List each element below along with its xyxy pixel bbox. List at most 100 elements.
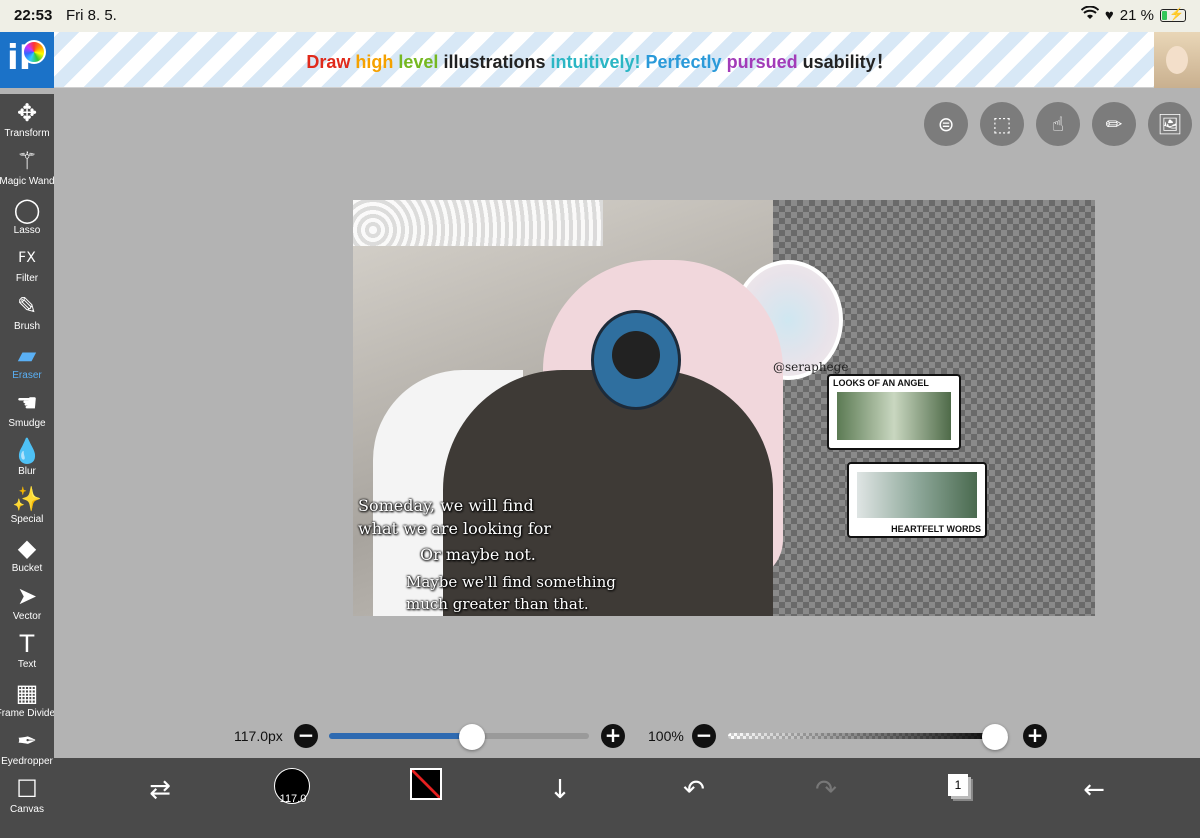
tool-sidebar: ✥ Transform ⚚ Magic Wand ◯ Lasso FX Filter ✎ Brus…: [0, 94, 58, 838]
tool-label: Smudge: [8, 417, 46, 429]
lace-decoration: [353, 200, 603, 246]
opacity-slider[interactable]: 100% − +: [648, 714, 1048, 758]
ad-word: illustrations: [443, 52, 546, 72]
status-icons: ♥ 21 % ⚡: [1080, 5, 1186, 24]
magic-wand-icon: ⚚: [16, 147, 38, 176]
tool-label: Eraser: [12, 369, 42, 381]
ad-word: level: [398, 52, 439, 72]
ad-word: Perfectly: [645, 52, 722, 72]
brush-size-value: 117.0: [279, 793, 307, 805]
tool-label: Transform: [4, 128, 50, 139]
brush-size-minus-button[interactable]: −: [294, 724, 318, 748]
tool-eyedropper[interactable]: ✒ Eyedropper: [0, 726, 54, 774]
ad-word: Draw: [306, 52, 351, 72]
card-heartfelt-words: HEARTFELT WORDS: [847, 462, 987, 538]
back-arrow-icon[interactable]: ←: [1074, 770, 1114, 810]
redo-icon[interactable]: ↷: [806, 770, 846, 810]
opacity-label: 100%: [648, 728, 684, 744]
brush-size-preview[interactable]: 117.0: [274, 768, 310, 805]
quote-line: Or maybe not.: [420, 545, 536, 564]
quote-line: much greater than that.: [406, 595, 589, 613]
tool-magic-wand[interactable]: ⚚ Magic Wand: [0, 146, 55, 194]
artist-handle: @seraphege: [773, 360, 849, 374]
card-image: [837, 392, 951, 440]
canvas-area[interactable]: ⊜ ⬚ ☝ ✏ 🖼 @seraphege LOOKS OF AN ANGEL HEART…: [54, 94, 1200, 758]
text-t-icon: T: [19, 630, 35, 659]
ruler-icon[interactable]: ✏: [1092, 102, 1136, 146]
date: Fri 8. 5.: [66, 7, 117, 24]
tool-label: Bucket: [11, 562, 43, 574]
brush-size-slider[interactable]: 117.0px − +: [234, 714, 629, 758]
opacity-plus-button[interactable]: +: [1023, 724, 1047, 748]
wifi-icon: [1080, 5, 1100, 24]
image-icon[interactable]: 🖼: [1148, 102, 1192, 146]
tool-special[interactable]: ✨ Special: [0, 484, 54, 532]
selection-icon[interactable]: ⬚: [980, 102, 1024, 146]
opacity-minus-button[interactable]: −: [692, 724, 716, 748]
tool-brush[interactable]: ✎ Brush: [0, 291, 54, 339]
tool-bucket[interactable]: ◆ Bucket: [0, 533, 54, 581]
tool-lasso[interactable]: ◯ Lasso: [0, 195, 54, 243]
artwork-canvas[interactable]: @seraphege LOOKS OF AN ANGEL HEARTFELT W…: [353, 200, 1095, 616]
tool-transform[interactable]: ✥ Transform: [0, 98, 54, 146]
opacity-track[interactable]: [728, 733, 1008, 739]
card-image: [857, 472, 977, 518]
cursor-arrow-icon: ➤: [16, 582, 38, 610]
layers-button[interactable]: 1: [948, 774, 968, 796]
frame-divider-icon: ▦: [15, 678, 39, 707]
tool-label: Brush: [13, 321, 41, 333]
brush-size-plus-button[interactable]: +: [601, 724, 625, 748]
tool-frame-divider[interactable]: ▦ Frame Divider: [0, 678, 58, 726]
hand-touch-icon[interactable]: ☝: [1036, 102, 1080, 146]
tool-label: Canvas: [10, 804, 44, 816]
ad-word: pursued: [726, 52, 798, 72]
bucket-icon: ◆: [17, 533, 37, 562]
tool-eraser[interactable]: ▰ Eraser: [0, 340, 54, 388]
character-eye: [591, 310, 681, 410]
lasso-icon: ◯: [13, 195, 41, 224]
tool-label: Vector: [12, 611, 42, 622]
clock: 22:53: [14, 7, 53, 24]
card-title: HEARTFELT WORDS: [891, 524, 981, 534]
ad-banner[interactable]: iP Draw high level illustrations intuiti…: [0, 32, 1200, 88]
tool-canvas[interactable]: ☐ Canvas: [0, 774, 54, 822]
ad-word: usability！: [802, 52, 894, 72]
drop-icon: 💧: [12, 437, 42, 466]
opacity-knob[interactable]: [982, 724, 1008, 750]
ad-text: Draw high level illustrations intuitivel…: [0, 48, 1200, 74]
tool-filter[interactable]: FX Filter: [0, 243, 54, 291]
toggle-switches-icon[interactable]: ⊜: [924, 102, 968, 146]
battery-icon: ⚡: [1160, 7, 1186, 22]
quote-line: what we are looking for: [358, 519, 552, 538]
quote-line: Someday, we will find: [358, 496, 534, 515]
tool-vector[interactable]: ➤ Vector: [0, 581, 54, 629]
tool-label: Filter: [15, 272, 39, 284]
fx-icon: FX: [18, 249, 36, 266]
tool-blur[interactable]: 💧 Blur: [0, 436, 54, 484]
card-title: LOOKS OF AN ANGEL: [833, 378, 929, 388]
ad-character-image: [1154, 32, 1200, 88]
eraser-icon: ▰: [17, 340, 37, 369]
tool-label: Special: [10, 514, 44, 526]
color-swatch-button[interactable]: [410, 768, 442, 800]
tool-smudge[interactable]: ☚ Smudge: [0, 388, 54, 436]
tool-label: Magic Wand: [0, 176, 55, 188]
tool-label: Blur: [18, 466, 36, 478]
bottom-toolbar: ⇄ 117.0 ↓ ↶ ↷ 1 ←: [54, 758, 1200, 838]
move-arrows-icon: ✥: [16, 99, 38, 127]
tool-text[interactable]: T Text: [0, 629, 54, 677]
brush-size-knob[interactable]: [459, 724, 485, 750]
tool-label: Text: [17, 659, 37, 671]
ad-word: intuitively!: [550, 52, 641, 72]
quote-line: Maybe we'll find something: [406, 573, 616, 591]
download-arrow-icon[interactable]: ↓: [540, 770, 580, 810]
status-bar: 22:53 Fri 8. 5. ♥ 21 % ⚡: [0, 0, 1200, 32]
brush-size-label: 117.0px: [234, 728, 283, 744]
tool-label: Frame Divider: [0, 707, 59, 719]
undo-icon[interactable]: ↶: [674, 770, 714, 810]
sparkle-wand-icon: ✨: [12, 485, 42, 514]
tool-label: Lasso: [13, 224, 41, 236]
swap-brush-eraser-icon[interactable]: ⇄: [140, 770, 180, 810]
tool-label: Eyedropper: [1, 755, 53, 767]
ad-word: high: [355, 52, 394, 72]
